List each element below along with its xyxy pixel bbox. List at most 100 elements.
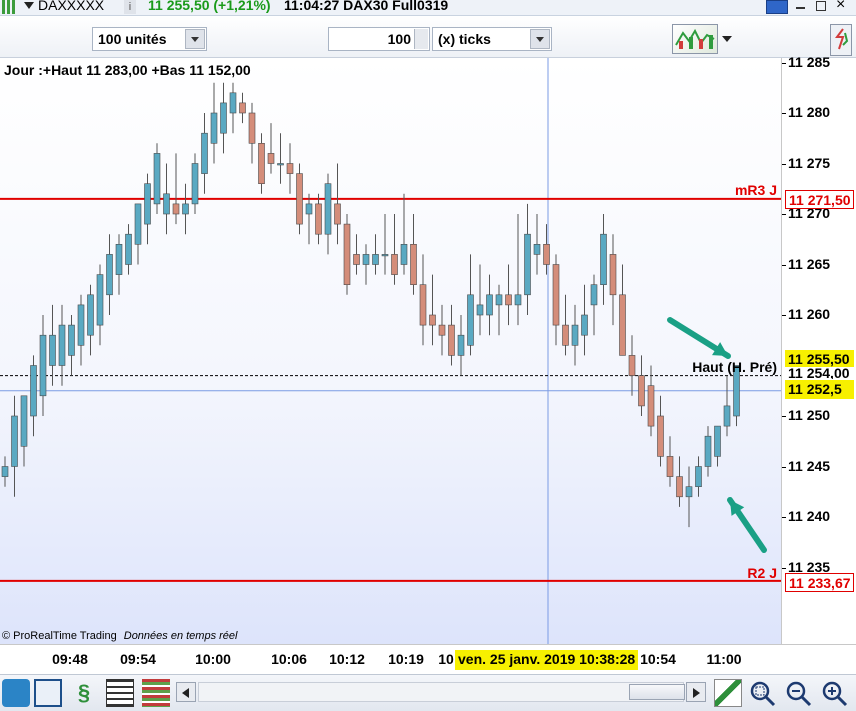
candle-up — [571, 324, 579, 346]
time-tick-label: 10:00 — [195, 651, 231, 667]
close-icon[interactable]: × — [836, 0, 845, 14]
candle-down — [657, 415, 664, 457]
price-axis[interactable]: 11 285 11 280 11 275 11 270 11 265 11 260 11 2… — [781, 54, 856, 644]
time-tick-label: 10:54 — [640, 651, 676, 667]
candle-up — [20, 395, 28, 447]
price-tick-label: 11 245 — [788, 457, 831, 474]
window-layout-icon[interactable] — [34, 679, 62, 707]
zoom-out-icon[interactable] — [784, 679, 812, 707]
green-grip-icon[interactable] — [2, 0, 18, 14]
candle-up — [49, 334, 56, 366]
scroll-right-button[interactable] — [686, 682, 706, 702]
horizontal-scrollbar-track[interactable] — [198, 682, 685, 702]
window-title-bar: DAXXXXX i 11 255,50 (+1,21%) 11:04:27 DA… — [0, 0, 856, 16]
candle-up — [723, 405, 731, 427]
candle-up — [182, 203, 189, 215]
candle-down — [448, 324, 455, 356]
auto-scale-icon[interactable] — [714, 679, 742, 707]
list-icon[interactable] — [106, 679, 134, 707]
r2-line-label: R2 J — [747, 565, 777, 581]
candle-down — [248, 112, 256, 144]
candle-up — [533, 244, 541, 255]
zoom-in-icon[interactable] — [820, 679, 848, 707]
candle-down — [391, 254, 398, 275]
candle-up — [229, 92, 237, 114]
spinner-icon[interactable] — [414, 29, 428, 49]
price-tick-label: 11 275 — [788, 154, 831, 171]
candle-up — [163, 193, 170, 215]
ticks-count-value: 100 — [387, 31, 411, 47]
candle-down — [343, 223, 351, 286]
time-tick-label: 10:06 — [271, 651, 307, 667]
clock-instrument: 11:04:27 DAX30 Full0319 — [284, 0, 449, 13]
scrollbar-thumb[interactable] — [629, 684, 685, 700]
candle-up — [30, 365, 37, 417]
minimize-icon[interactable] — [796, 7, 805, 9]
dropdown-arrow-icon[interactable] — [24, 2, 34, 9]
chevron-down-icon[interactable] — [185, 29, 205, 49]
price-chart[interactable]: Jour :+Haut 11 283,00 +Bas 11 152,00 mR3… — [0, 58, 781, 644]
candle-up — [581, 314, 588, 336]
time-axis[interactable]: 09:48 09:54 10:00 10:06 10:12 10:19 10 10:54 11:… — [0, 644, 856, 674]
candle-down — [286, 163, 294, 174]
r2-price-tag: 11 233,67 — [785, 573, 854, 592]
candle-up — [400, 244, 408, 265]
candle-up — [220, 102, 227, 134]
units-select-value: 100 unités — [98, 31, 167, 47]
candle-up — [191, 163, 199, 205]
r3-price-tag: 11 271,50 — [785, 190, 854, 209]
time-tick-label: 09:54 — [120, 651, 156, 667]
candle-up — [590, 284, 598, 306]
candle-up — [134, 203, 142, 245]
time-tick-label: 09:48 — [52, 651, 88, 667]
indicator-icon[interactable]: § — [70, 679, 98, 707]
ticks-unit-select[interactable]: (x) ticks — [432, 27, 552, 51]
candle-up — [277, 163, 284, 166]
ticks-count-input[interactable]: 100 — [328, 27, 430, 51]
keyboard-icon[interactable] — [766, 0, 788, 14]
zoom-area-icon[interactable] — [748, 679, 776, 707]
last-quote: 11 255,50 (+1,21%) — [148, 0, 271, 13]
candle-down — [647, 385, 655, 427]
candle-up — [77, 304, 85, 346]
candle-up — [68, 324, 75, 356]
chart-style-dropdown[interactable] — [722, 36, 732, 42]
candle-up — [58, 324, 66, 366]
candle-down — [172, 203, 180, 215]
arrow-right-icon — [693, 688, 700, 698]
side-panel-toggle-icon[interactable] — [830, 24, 852, 56]
units-select[interactable]: 100 unités — [92, 27, 207, 51]
candle-up — [467, 294, 474, 346]
share-icon[interactable] — [2, 679, 30, 707]
candle-down — [429, 314, 436, 326]
scroll-left-button[interactable] — [176, 682, 196, 702]
candle-down — [638, 375, 645, 407]
candle-up — [87, 294, 94, 336]
price-tick-label: 11 280 — [788, 104, 831, 120]
candle-down — [419, 284, 427, 326]
price-tick-mark — [782, 466, 786, 468]
candle-down — [438, 324, 446, 336]
chevron-down-icon[interactable] — [530, 29, 550, 49]
layers-icon[interactable] — [142, 679, 170, 707]
info-icon[interactable]: i — [124, 0, 136, 14]
candle-down — [353, 254, 360, 265]
candle-up — [685, 486, 693, 498]
price-tick-label: 11 265 — [788, 255, 831, 272]
candle-up — [210, 112, 218, 144]
symbol-label[interactable]: DAXXXXX — [38, 0, 104, 13]
candlestick-plot[interactable] — [0, 58, 781, 644]
candle-up — [362, 254, 370, 265]
candle-up — [144, 183, 151, 225]
maximize-icon[interactable] — [816, 1, 826, 11]
candle-down — [552, 264, 560, 326]
chart-style-icon[interactable] — [672, 24, 718, 54]
chart-toolbar: 100 unités 100 (x) ticks — [0, 16, 856, 58]
candle-up — [714, 425, 721, 457]
candle-up — [600, 233, 607, 285]
candle-up — [324, 183, 332, 235]
price-tick-mark — [782, 567, 786, 569]
candle-up — [201, 132, 208, 174]
candle-up — [695, 466, 702, 488]
candle-up — [115, 244, 123, 275]
